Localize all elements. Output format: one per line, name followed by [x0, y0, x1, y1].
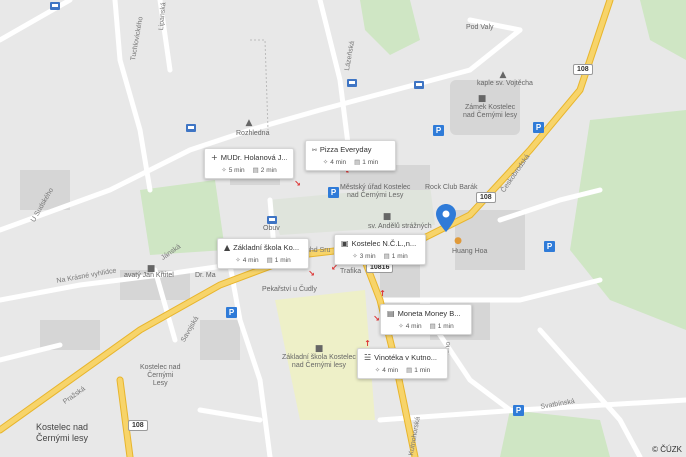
- walk-time: 4 min: [330, 158, 347, 166]
- place-label: Základní škola Kostelec nad Černými lesy: [282, 354, 356, 369]
- direction-arrow-icon: ↘: [294, 179, 301, 188]
- parking-icon[interactable]: P: [226, 307, 237, 318]
- place-label: Huang Hoa: [452, 248, 488, 255]
- bus-stop-icon[interactable]: [347, 79, 357, 87]
- place-label: Rozhledna: [236, 130, 270, 137]
- location-pin-icon[interactable]: [436, 204, 456, 232]
- poi-card-title: ▤ Moneta Money B...: [387, 309, 465, 318]
- restaurant-icon: ⑅: [312, 145, 317, 154]
- walk-icon: ✧: [322, 158, 329, 166]
- parking-icon[interactable]: P: [544, 241, 555, 252]
- landmark-icon[interactable]: ■: [314, 344, 324, 354]
- walk-icon: ✧: [221, 166, 227, 174]
- place-label: Dr. Ma: [195, 272, 216, 279]
- poi-travel-times: ✧ 4 min ▤ 1 min: [224, 256, 302, 264]
- poi-card-moneta[interactable]: ▤ Moneta Money B... ✧ 4 min ▤ 1 min: [380, 304, 472, 335]
- bus-icon: ▣: [341, 239, 349, 248]
- bus-stop-icon[interactable]: [50, 2, 60, 10]
- bus-stop-icon[interactable]: [414, 81, 424, 89]
- poi-travel-times: ✧ 4 min ▤ 1 min: [364, 366, 441, 374]
- place-label: Kostelec nad Černými Lesy: [140, 364, 181, 387]
- place-label: Městský úřad Kostelec nad Černými Lesy: [340, 184, 411, 199]
- walk-time: 3 min: [359, 252, 376, 260]
- landmark-icon[interactable]: ■: [146, 264, 156, 274]
- drive-time: 1 min: [414, 366, 431, 374]
- town-label: Kostelec nad Černými lesy: [36, 422, 89, 443]
- parking-icon[interactable]: P: [433, 125, 444, 136]
- place-label: sv. Andělů strážných: [368, 223, 432, 230]
- shop-icon: ☱: [364, 353, 372, 362]
- walk-icon: ✧: [398, 322, 404, 330]
- poi-card-title: ☱ Vinotéka v Kutno...: [364, 353, 441, 362]
- drive-time: 1 min: [391, 252, 408, 260]
- poi-card-skola[interactable]: ▲ Základní škola Ko... ✧ 4 min ▤ 1 min: [217, 238, 309, 269]
- poi-card-title: ▲ Základní škola Ko...: [224, 243, 302, 252]
- street-label: uhd Sru: [306, 247, 331, 254]
- walk-icon: ✧: [235, 256, 241, 264]
- car-icon: ▤: [266, 256, 273, 264]
- walk-icon: ✧: [352, 252, 358, 260]
- walk-icon: ✧: [374, 366, 381, 374]
- poi-card-title: ⑅ Pizza Everyday: [312, 145, 389, 154]
- medical-icon: +: [211, 153, 218, 162]
- place-label: Rock Club Barák: [425, 184, 478, 191]
- landmark-icon[interactable]: ▲: [498, 70, 508, 80]
- place-label: Trafika: [340, 268, 362, 275]
- drive-time: 1 min: [362, 158, 379, 166]
- direction-arrow-icon: ↑: [379, 289, 386, 298]
- direction-arrow-icon: ↑: [364, 339, 371, 348]
- place-label: Obuv: [263, 225, 280, 232]
- bus-stop-icon[interactable]: [186, 124, 196, 132]
- poi-card-mudr[interactable]: + MUDr. Holanová J... ✧ 5 min ▤ 2 min: [204, 148, 294, 179]
- park-area: [140, 180, 225, 255]
- landmark-icon[interactable]: ■: [477, 94, 487, 104]
- drive-time: 1 min: [437, 322, 454, 330]
- car-icon: ▤: [383, 252, 390, 260]
- poi-name: Moneta Money B...: [397, 309, 461, 318]
- restaurant-icon[interactable]: ●: [453, 236, 463, 246]
- walk-time: 4 min: [405, 322, 422, 330]
- poi-travel-times: ✧ 3 min ▤ 1 min: [341, 252, 419, 260]
- direction-arrow-icon: ↘: [308, 269, 315, 278]
- road-number-shield: 108: [476, 192, 496, 203]
- poi-name: MUDr. Holanová J...: [220, 153, 287, 162]
- car-icon: ▤: [354, 158, 361, 166]
- poi-name: Základní škola Ko...: [233, 243, 300, 252]
- poi-card-title: + MUDr. Holanová J...: [211, 153, 287, 162]
- poi-travel-times: ✧ 4 min ▤ 1 min: [312, 158, 389, 166]
- car-icon: ▤: [252, 166, 259, 174]
- car-icon: ▤: [406, 366, 413, 374]
- poi-card-pizza[interactable]: ⑅ Pizza Everyday ✧ 4 min ▤ 1 min: [305, 140, 396, 171]
- landmark-icon[interactable]: ▲: [244, 118, 254, 128]
- poi-name: Vinotéka v Kutno...: [374, 353, 437, 362]
- poi-card-title: ▣ Kostelec N.Č.L.,n...: [341, 239, 419, 248]
- road-number-shield: 108: [573, 64, 593, 75]
- school-icon: ▲: [224, 243, 231, 252]
- walk-time: 4 min: [382, 366, 399, 374]
- poi-card-kostelec[interactable]: ▣ Kostelec N.Č.L.,n... ✧ 3 min ▤ 1 min: [334, 234, 426, 265]
- copyright-notice: © ČÚZK: [652, 445, 682, 454]
- road-number-shield: 108: [128, 420, 148, 431]
- place-label: kaple sv. Vojtěcha: [477, 80, 533, 87]
- parking-icon[interactable]: P: [513, 405, 524, 416]
- place-label: Pekařství u Čudly: [262, 286, 317, 293]
- place-label: Zámek Kostelec nad Černými lesy: [463, 104, 518, 119]
- walk-time: 4 min: [242, 256, 259, 264]
- poi-name: Kostelec N.Č.L.,n...: [351, 239, 417, 248]
- landmark-icon[interactable]: ■: [382, 212, 392, 222]
- bus-stop-icon[interactable]: [267, 216, 277, 224]
- walk-time: 5 min: [228, 166, 245, 174]
- drive-time: 2 min: [260, 166, 277, 174]
- drive-time: 1 min: [274, 256, 291, 264]
- parking-icon[interactable]: P: [328, 187, 339, 198]
- poi-travel-times: ✧ 5 min ▤ 2 min: [211, 166, 287, 174]
- poi-travel-times: ✧ 4 min ▤ 1 min: [387, 322, 465, 330]
- car-icon: ▤: [429, 322, 436, 330]
- parking-icon[interactable]: P: [533, 122, 544, 133]
- street-label: Pod Valy: [466, 24, 494, 31]
- poi-card-vinoteka[interactable]: ☱ Vinotéka v Kutno... ✧ 4 min ▤ 1 min: [357, 348, 448, 379]
- poi-name: Pizza Everyday: [319, 145, 372, 154]
- bank-icon: ▤: [387, 309, 395, 318]
